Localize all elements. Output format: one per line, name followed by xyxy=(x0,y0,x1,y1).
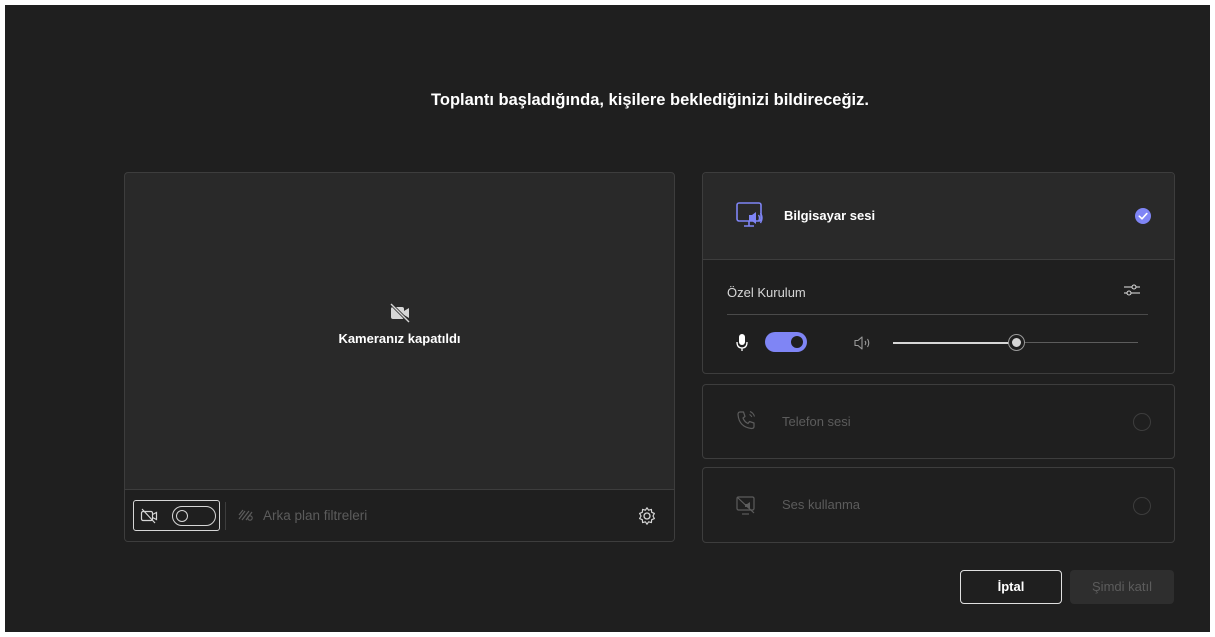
custom-setup-label: Özel Kurulum xyxy=(727,285,806,300)
microphone-icon xyxy=(736,334,748,351)
device-settings-icon[interactable] xyxy=(1123,281,1141,299)
gear-icon[interactable] xyxy=(637,506,657,526)
speaker-volume-slider[interactable] xyxy=(893,335,1138,350)
video-preview: Kameranız kapatıldı Arka plan filtreleri xyxy=(124,172,675,542)
background-filters-icon xyxy=(238,509,253,521)
page-title: Toplantı başladığında, kişilere beklediğ… xyxy=(431,91,869,109)
cancel-button[interactable]: İptal xyxy=(960,570,1062,604)
computer-audio-option: Bilgisayar sesi Özel Kurulum xyxy=(702,172,1175,374)
phone-audio-radio[interactable] xyxy=(1133,413,1151,431)
background-filters-button[interactable]: Arka plan filtreleri xyxy=(237,507,367,523)
camera-switch-thumb xyxy=(176,510,188,522)
speaker-volume-fill xyxy=(893,341,1016,344)
no-audio-radio[interactable] xyxy=(1133,497,1151,515)
camera-off-message: Kameranız kapatıldı xyxy=(125,303,674,346)
microphone-toggle[interactable] xyxy=(765,332,807,352)
preview-toolbar: Arka plan filtreleri xyxy=(125,489,674,541)
prejoin-screen: Toplantı başladığında, kişilere beklediğ… xyxy=(5,5,1210,632)
camera-off-icon xyxy=(140,508,158,524)
join-now-button[interactable]: Şimdi katıl xyxy=(1070,570,1174,604)
speaker-icon xyxy=(854,336,870,350)
phone-audio-label: Telefon sesi xyxy=(782,414,851,429)
computer-audio-icon xyxy=(736,202,763,227)
camera-toggle[interactable] xyxy=(133,500,220,531)
camera-off-icon xyxy=(389,303,410,323)
setup-divider xyxy=(727,314,1148,315)
background-filters-label: Arka plan filtreleri xyxy=(263,507,368,523)
no-audio-label: Ses kullanma xyxy=(782,497,861,512)
computer-audio-header[interactable]: Bilgisayar sesi xyxy=(703,173,1174,260)
selected-check-icon[interactable] xyxy=(1135,208,1151,224)
camera-off-label: Kameranız kapatıldı xyxy=(338,331,461,346)
speaker-volume-thumb[interactable] xyxy=(1009,335,1024,350)
no-audio-icon xyxy=(736,496,755,515)
microphone-toggle-thumb xyxy=(791,336,803,348)
phone-audio-icon xyxy=(737,410,756,430)
toolbar-divider xyxy=(225,502,226,530)
camera-switch-track xyxy=(172,506,216,526)
computer-audio-label: Bilgisayar sesi xyxy=(784,208,876,223)
phone-audio-option[interactable]: Telefon sesi xyxy=(702,384,1175,459)
no-audio-option[interactable]: Ses kullanma xyxy=(702,467,1175,543)
